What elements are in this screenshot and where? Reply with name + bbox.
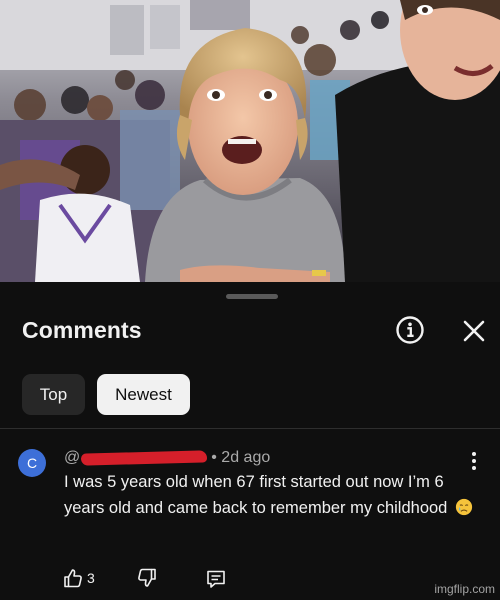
filter-newest-chip[interactable]: Newest: [97, 374, 190, 415]
author-handle-prefix[interactable]: @: [64, 449, 80, 467]
comments-title: Comments: [22, 317, 142, 343]
like-count: 3: [87, 570, 95, 586]
video-frame[interactable]: [0, 0, 500, 282]
comment-meta: @ • 2d ago: [64, 448, 270, 468]
avatar[interactable]: C: [18, 449, 46, 477]
filter-top-chip[interactable]: Top: [22, 374, 85, 415]
dislike-button[interactable]: [136, 567, 158, 589]
comment-text: I was 5 years old when 67 first started …: [64, 473, 448, 517]
close-button[interactable]: [461, 318, 487, 344]
crying-face-icon: [455, 498, 473, 516]
drag-handle[interactable]: [226, 294, 278, 299]
info-icon: [396, 316, 424, 344]
comment-body: I was 5 years old when 67 first started …: [64, 469, 484, 521]
close-icon: [463, 320, 485, 342]
thumbs-down-icon: [138, 568, 156, 587]
info-button[interactable]: [395, 315, 425, 345]
redacted-username: [81, 450, 208, 466]
reply-comment-icon: [207, 570, 225, 588]
comments-sheet: Comments Top Newest C @ • 2d ago I was 5…: [0, 282, 500, 600]
divider: [0, 428, 500, 429]
crowd-photo: [0, 0, 500, 282]
comment-timestamp: • 2d ago: [211, 449, 271, 466]
thumbs-up-icon: [64, 569, 82, 588]
watermark: imgflip.com: [434, 582, 495, 596]
like-button[interactable]: 3: [62, 567, 95, 589]
reply-button[interactable]: [205, 568, 227, 590]
